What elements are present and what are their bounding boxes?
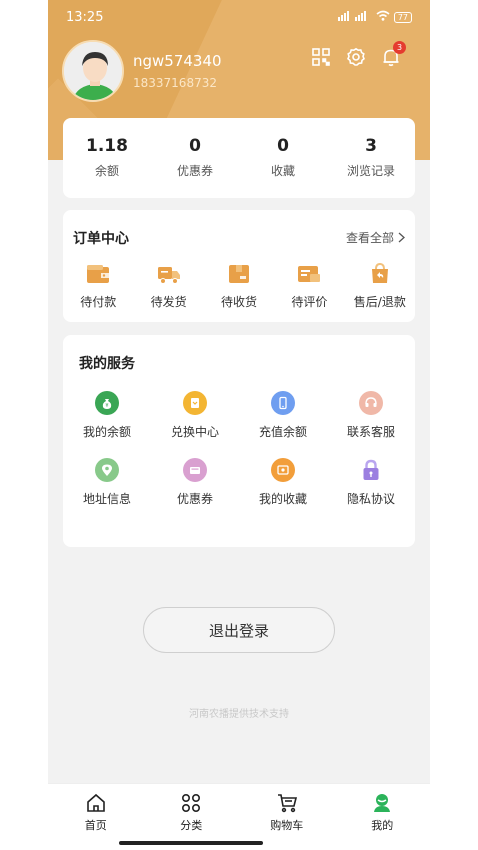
stat-coupons[interactable]: 0 优惠券 [151, 118, 239, 198]
stat-balance[interactable]: 1.18 余额 [63, 118, 151, 198]
qr-code-icon[interactable] [311, 47, 331, 67]
order-center-card: 订单中心 查看全部 待付款 待发货 待收货 待评价 售后/退款 [63, 210, 415, 322]
service-label: 地址信息 [82, 492, 131, 506]
service-my-favorites[interactable]: 我的收藏 [239, 458, 327, 507]
notification-bell-icon[interactable]: 3 [381, 41, 406, 67]
stat-label: 优惠券 [176, 164, 213, 178]
avatar[interactable] [62, 40, 124, 102]
phone-number: 18337168732 [133, 76, 217, 90]
tab-label: 首页 [84, 819, 107, 832]
wallet-icon [85, 262, 111, 286]
service-label: 隐私协议 [346, 492, 395, 506]
delivery-truck-icon [156, 262, 182, 286]
order-label: 待收货 [221, 295, 258, 309]
favorites-icon [271, 458, 295, 482]
category-grid-icon [180, 792, 202, 814]
service-recharge-balance[interactable]: 充值余额 [239, 391, 327, 440]
stat-value: 1.18 [86, 136, 128, 156]
order-pending-shipment[interactable]: 待发货 [133, 262, 203, 310]
order-pending-receipt[interactable]: 待收货 [204, 262, 274, 310]
home-indicator-bar [119, 841, 263, 845]
username: ngw574340 [133, 52, 222, 70]
stat-favorites[interactable]: 0 收藏 [239, 118, 327, 198]
service-coupons[interactable]: 优惠券 [151, 458, 239, 507]
bottom-tab-bar: 首页 分类 购物车 我的 [48, 783, 430, 850]
view-all-label: 查看全部 [345, 231, 394, 245]
stat-value: 3 [365, 136, 377, 156]
stat-label: 浏览记录 [346, 164, 395, 178]
service-exchange-center[interactable]: 兑换中心 [151, 391, 239, 440]
order-label: 待付款 [80, 295, 117, 309]
chevron-right-icon [398, 232, 405, 243]
view-all-orders-link[interactable]: 查看全部 [346, 229, 405, 246]
stat-label: 收藏 [270, 164, 295, 178]
order-center-title: 订单中心 [73, 231, 129, 247]
app-screen: 13:25 77 ngw574340 18337168732 3 1.18 余额… [48, 0, 430, 850]
logout-button[interactable]: 退出登录 [143, 607, 335, 653]
services-grid: ¥ 我的余额 兑换中心 充值余额 联系客服 地址信息 优惠券 我的收藏 隐私协议 [63, 391, 415, 507]
review-card-icon [296, 262, 322, 286]
profile-icon [371, 792, 393, 814]
my-services-card: 我的服务 ¥ 我的余额 兑换中心 充值余额 联系客服 地址信息 优惠券 我的收藏… [63, 335, 415, 547]
service-customer-service[interactable]: 联系客服 [327, 391, 415, 440]
tech-support-note: 河南农播提供技术支持 [189, 709, 289, 720]
location-pin-icon [95, 458, 119, 482]
service-privacy-policy[interactable]: 隐私协议 [327, 458, 415, 507]
tab-label: 我的 [371, 819, 394, 832]
service-label: 兑换中心 [170, 425, 219, 439]
customer-service-icon [359, 391, 383, 415]
stat-value: 0 [189, 136, 201, 156]
stat-value: 0 [277, 136, 289, 156]
service-label: 联系客服 [346, 425, 395, 439]
phone-recharge-icon [271, 391, 295, 415]
cart-icon [276, 792, 298, 814]
service-label: 优惠券 [176, 492, 213, 506]
status-icons: 77 [337, 10, 412, 24]
tab-profile[interactable]: 我的 [335, 784, 431, 850]
order-pending-payment[interactable]: 待付款 [63, 262, 133, 310]
service-label: 我的收藏 [258, 492, 307, 506]
settings-gear-icon[interactable] [346, 47, 366, 67]
exchange-icon [183, 391, 207, 415]
battery-icon: 77 [393, 11, 412, 23]
order-status-row: 待付款 待发货 待收货 待评价 售后/退款 [63, 262, 415, 310]
wifi-icon [376, 10, 390, 24]
stat-label: 余额 [94, 164, 119, 178]
tab-label: 分类 [180, 819, 203, 832]
coupon-icon [183, 458, 207, 482]
stats-card: 1.18 余额 0 优惠券 0 收藏 3 浏览记录 [63, 118, 415, 198]
order-pending-review[interactable]: 待评价 [274, 262, 344, 310]
stat-history[interactable]: 3 浏览记录 [327, 118, 415, 198]
notification-badge: 3 [393, 41, 406, 54]
status-time: 13:25 [66, 9, 104, 25]
order-label: 待发货 [150, 295, 187, 309]
refund-bag-icon [367, 262, 393, 286]
order-label: 待评价 [291, 295, 328, 309]
service-address-info[interactable]: 地址信息 [63, 458, 151, 507]
tab-label: 购物车 [270, 819, 304, 832]
service-label: 充值余额 [258, 425, 307, 439]
service-my-balance[interactable]: ¥ 我的余额 [63, 391, 151, 440]
order-label: 售后/退款 [353, 295, 406, 309]
signal-icon [337, 10, 372, 24]
package-box-icon [226, 262, 252, 286]
home-icon [85, 792, 107, 814]
lock-icon [359, 458, 383, 482]
service-label: 我的余额 [82, 425, 131, 439]
svg-text:¥: ¥ [105, 403, 108, 409]
my-services-title: 我的服务 [79, 356, 135, 372]
order-after-sale-refund[interactable]: 售后/退款 [345, 262, 415, 310]
money-bag-icon: ¥ [95, 391, 119, 415]
status-bar: 13:25 77 [48, 0, 430, 34]
